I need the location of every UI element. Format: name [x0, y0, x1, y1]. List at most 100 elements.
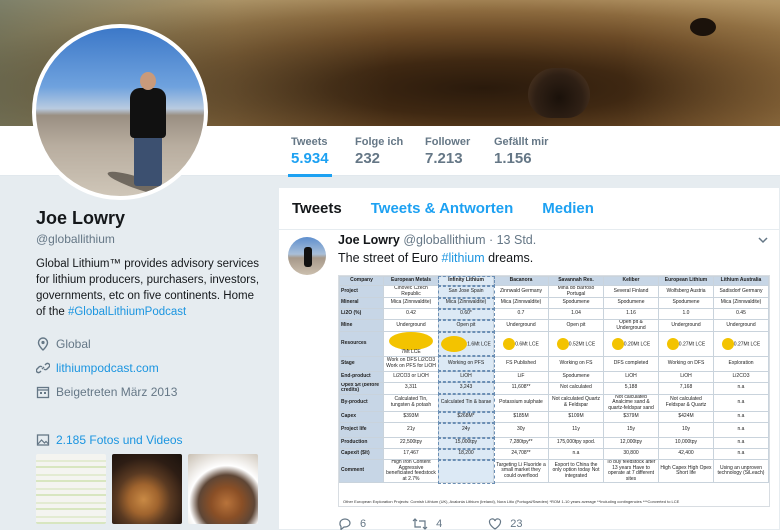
resource-value: 0.27Mt LCE — [678, 341, 706, 348]
profile-name[interactable]: Joe Lowry — [36, 208, 266, 229]
reply-count: 6 — [360, 518, 367, 530]
table-cell: 24,708** — [493, 448, 549, 460]
profile-card: Joe Lowry @globallithium Global Lithium™… — [36, 208, 266, 404]
banner-bear-nose — [528, 68, 590, 118]
table-row-header: Li2O (%) — [339, 308, 384, 320]
media-thumbnail[interactable] — [36, 454, 106, 524]
tweet[interactable]: Joe Lowry @globallithium · 13 Std. The s… — [278, 187, 780, 530]
location-pin-icon — [37, 337, 49, 351]
table-cell: DFS completed — [603, 355, 659, 372]
retweet-icon — [412, 518, 428, 530]
tweet-author-avatar[interactable] — [288, 237, 326, 275]
table-cell: Potassium sulphate — [493, 393, 549, 412]
table-cell: 0.27Mt LCE — [658, 331, 714, 357]
table-row-header: Capex/t ($/t) — [339, 448, 384, 460]
profile-avatar[interactable] — [32, 24, 208, 200]
table-row: Mine Underground Open pit Underground Open p… — [339, 318, 769, 333]
table-header-cell: Bacanora — [493, 276, 549, 286]
table-cell: n.a — [713, 437, 769, 449]
table-header-cell: Infinity Lithium — [437, 276, 495, 287]
table-cell: 24y — [437, 421, 495, 439]
table-cell: 1.6Mt LCE — [437, 330, 495, 357]
table-cell: Working on FS — [548, 355, 604, 372]
table-row-header: Resources — [339, 331, 384, 357]
link-icon — [36, 362, 50, 374]
table-cell: 175,000tpy spod. — [548, 437, 604, 449]
profile-bio-hashtag[interactable]: #GlobalLithiumPodcast — [68, 306, 186, 318]
table-cell: Spodumene — [548, 370, 604, 383]
tweet-text-before: The street of Euro — [338, 251, 442, 265]
table-cell: n.a — [548, 448, 604, 460]
profile-bio: Global Lithium™ provides advisory servic… — [36, 256, 266, 320]
resource-circle — [389, 332, 433, 350]
reply-button[interactable]: 6 — [338, 517, 366, 530]
table-cell: Several Finland — [603, 285, 659, 298]
table-cell: 21y — [383, 422, 439, 438]
table-row: Production 22,500tpy 15,000tpy 7,280tpy** 17… — [339, 436, 769, 450]
stat-following-label: Folge ich — [355, 136, 404, 148]
photos-videos-label[interactable]: 2.185 Fotos und Videos — [56, 433, 183, 447]
table-cell: Spodumene — [603, 297, 659, 309]
table-cell: n.a — [713, 393, 769, 412]
profile-handle[interactable]: @globallithium — [36, 232, 266, 246]
table-cell: 0.42 — [383, 308, 439, 320]
table-row: Project life 21y 24y 30y 11y 15y 10y n.a — [339, 421, 769, 439]
table-cell: $268M* — [437, 410, 495, 424]
table-header-cell: Savannah Res. — [548, 276, 604, 286]
profile-website-link[interactable]: lithiumpodcast.com — [56, 361, 159, 375]
table-cell: 1.0 — [658, 308, 714, 320]
retweet-button[interactable]: 4 — [412, 517, 442, 530]
table-cell: 1.16 — [603, 308, 659, 320]
table-cell: Underground — [493, 319, 549, 332]
resource-value: 0.27Mt LCE — [733, 341, 761, 348]
table-cell: 3,311 — [383, 381, 439, 395]
media-thumbnails — [36, 454, 258, 524]
stat-following[interactable]: Folge ich 232 — [355, 136, 403, 167]
table-cell: 0.45 — [713, 308, 769, 320]
table-cell: Not calculated Feldspar & Quartz — [658, 393, 714, 412]
like-button[interactable]: 23 — [488, 517, 523, 530]
tweet-hashtag[interactable]: #lithium — [442, 251, 485, 265]
table-cell: $185M — [493, 411, 549, 423]
table-cell: 7Mt LCE — [383, 331, 439, 357]
table-cell: Work on DFS Li2CO3 Work on PFS for LiOH — [383, 355, 439, 372]
table-cell: $424M — [658, 411, 714, 423]
profile-location-text: Global — [56, 337, 91, 351]
tweet-actions: 6 4 23 — [338, 517, 523, 530]
profile-website[interactable]: lithiumpodcast.com — [36, 356, 266, 380]
media-thumbnail[interactable] — [188, 454, 258, 524]
stat-followers[interactable]: Follower 7.213 — [425, 136, 470, 167]
table-cell: LiOH — [603, 370, 659, 383]
table-cell: Calculated Tin & barae — [437, 393, 495, 413]
like-count: 23 — [510, 518, 523, 530]
photos-videos-link[interactable]: 2.185 Fotos und Videos — [36, 433, 183, 447]
stat-following-value: 232 — [355, 150, 381, 167]
table-cell: Zinnwald Germany — [493, 285, 549, 298]
avatar-person-head — [140, 72, 156, 90]
table-cell: High Iron Content Aggressive beneficiate… — [383, 459, 439, 483]
table-cell: Open pit — [548, 319, 604, 332]
table-cell: $379M — [603, 411, 659, 423]
stat-likes[interactable]: Gefällt mir 1.156 — [494, 136, 548, 167]
tweet-timestamp[interactable]: · 13 Std. — [489, 233, 536, 247]
calendar-icon — [36, 386, 50, 399]
resource-value: 0.52Mt LCE — [568, 341, 596, 348]
table-footnote: Other European Exploration Projects: Cor… — [343, 499, 680, 504]
tweet-image-table[interactable]: Company European Metals Infinity Lithium… — [338, 275, 770, 507]
resource-value: 1.6Mt LCE — [467, 341, 491, 348]
resource-value: 7Mt LCE — [401, 349, 421, 355]
media-thumbnail[interactable] — [112, 454, 182, 524]
table-cell: 1.04 — [548, 308, 604, 320]
stat-tweets[interactable]: Tweets 5.934 — [288, 136, 332, 177]
table-body: Project Cinovec Czech Republic San Jose Sp… — [339, 284, 769, 484]
avatar-person-legs — [134, 136, 162, 186]
chevron-down-icon[interactable] — [758, 235, 768, 245]
profile-joined: Beigetreten März 2013 — [36, 380, 266, 404]
table-cell: 42,400 — [658, 448, 714, 460]
tweet-author-handle[interactable]: @globallithium — [403, 233, 485, 247]
table-cell: $109M — [548, 411, 604, 423]
tweet-author-name[interactable]: Joe Lowry — [338, 233, 400, 247]
table-cell: Exploration — [713, 355, 769, 372]
lithium-projects-table: Company European Metals Infinity Lithium… — [339, 276, 769, 484]
table-cell: Mica (Zinnwaldite) — [437, 296, 495, 310]
